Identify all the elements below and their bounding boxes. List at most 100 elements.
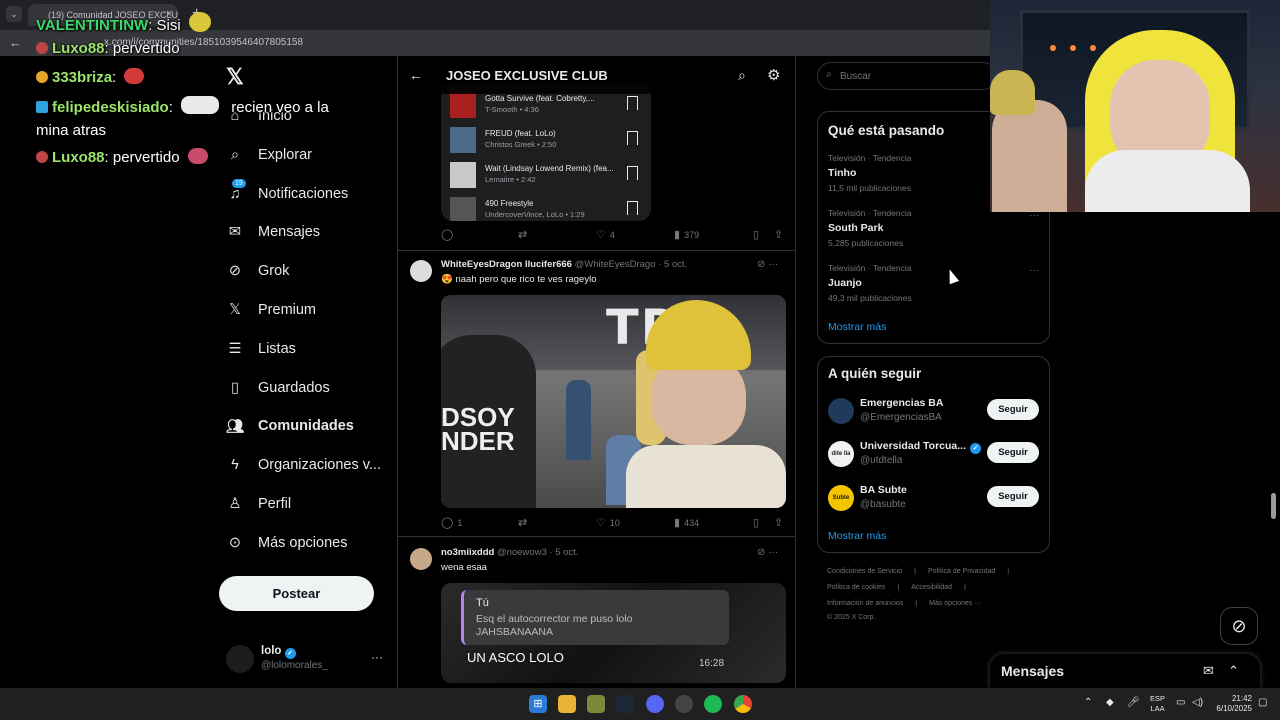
follow-name[interactable]: Universidad Torcua... ✓ [860, 440, 981, 454]
post-image[interactable]: TR DSOY NDER [441, 295, 786, 508]
search-icon[interactable]: ⌕ [738, 67, 746, 84]
sidebar-item-grok[interactable]: ⊘ Grok [226, 259, 290, 283]
show-more-link[interactable]: Mostrar más [828, 321, 886, 333]
back-arrow-icon[interactable]: ← [409, 67, 423, 83]
follow-name[interactable]: BA Subte [860, 484, 907, 496]
post-button[interactable]: Postear [219, 576, 374, 611]
retweet-button[interactable]: ⇄ [518, 516, 531, 529]
follow-name-text: Universidad Torcua... [860, 440, 966, 452]
trend-item[interactable]: Televisión · Tendencia Juanjo 49,3 mil pub… [828, 263, 1043, 311]
who-to-follow-card: A quién seguir Emergencias BA @Emergencia… [817, 356, 1050, 553]
post-author[interactable]: no3miixddd [441, 547, 494, 558]
views-button[interactable]: ▮ 434 [674, 516, 699, 529]
trend-item[interactable]: Televisión · Tendencia South Park 5.285 pu… [828, 208, 1043, 256]
bookmark-icon[interactable] [627, 131, 638, 145]
back-icon[interactable]: ← [9, 35, 22, 50]
bookmark-button[interactable]: ▯ [753, 228, 759, 241]
footer-link[interactable]: Política de cookies [827, 584, 885, 591]
bookmark-icon[interactable] [627, 166, 638, 180]
show-more-link[interactable]: Mostrar más [828, 530, 886, 542]
sidebar-item-mensajes[interactable]: ✉ Mensajes [226, 220, 320, 244]
grok-button[interactable]: ⊘ [1220, 607, 1258, 645]
chevron-up-icon[interactable]: ⌃ [1228, 663, 1239, 679]
avatar[interactable]: dite lla [828, 441, 854, 467]
avatar[interactable] [226, 645, 254, 673]
follow-suggestion[interactable]: Emergencias BA @EmergenciasBA Seguir [828, 395, 1041, 429]
follow-suggestion[interactable]: Subte BA Subte @basubte Seguir [828, 482, 1041, 516]
follow-handle: @utdtella [860, 455, 903, 466]
steam-icon[interactable] [616, 695, 634, 713]
post-image[interactable]: Tú Esq el autocorrector me puso lolo JAH… [441, 583, 786, 683]
gear-icon[interactable]: ⚙ [767, 66, 780, 84]
chevron-up-icon[interactable]: ⌃ [1084, 697, 1092, 708]
spotify-icon[interactable] [704, 695, 722, 713]
sidebar-item-listas[interactable]: ☰ Listas [226, 337, 296, 361]
grok-icon[interactable]: ⊘ ··· [757, 547, 778, 558]
footer-links: Política de cookies | Accesibilidad | [827, 584, 966, 591]
retweet-button[interactable]: ⇄ [518, 228, 531, 241]
new-message-icon[interactable]: ✉ [1203, 663, 1214, 679]
chrome-icon[interactable] [734, 695, 752, 713]
sidebar-item-m-s-opciones[interactable]: ⊙ Más opciones [226, 531, 348, 555]
sidebar-item-premium[interactable]: 𝕏 Premium [226, 298, 316, 322]
app-icon[interactable] [675, 695, 693, 713]
tab-search-button[interactable]: ⌄ [6, 6, 22, 22]
share-button[interactable]: ⇪ [774, 516, 783, 529]
follow-button[interactable]: Seguir [987, 486, 1039, 507]
reply-button[interactable]: ◯ 1 [441, 516, 462, 529]
post-author[interactable]: WhiteEyesDragon llucifer666 [441, 259, 572, 270]
app-icon[interactable] [587, 695, 605, 713]
volume-icon[interactable]: ◁) [1192, 697, 1203, 708]
decoration-light [1070, 45, 1076, 51]
follow-button[interactable]: Seguir [987, 399, 1039, 420]
avatar[interactable]: Subte [828, 485, 854, 511]
notification-icon[interactable]: ▢ [1258, 697, 1267, 708]
avatar[interactable] [828, 398, 854, 424]
scrollbar[interactable] [1271, 493, 1276, 519]
clock[interactable]: 21:42 6/10/2025 [1212, 694, 1252, 714]
network-icon[interactable]: ▭ [1176, 697, 1185, 708]
reply-button[interactable]: ◯ [441, 228, 457, 241]
footer-link[interactable]: Política de Privacidad [928, 568, 995, 575]
tray-app-icon[interactable]: ◆ [1106, 697, 1114, 708]
views-button[interactable]: ▮ 379 [674, 228, 699, 241]
sidebar-item-guardados[interactable]: ▯ Guardados [226, 376, 330, 400]
profile-name[interactable]: lolo ✓ [261, 645, 296, 659]
file-explorer-icon[interactable] [558, 695, 576, 713]
messages-dock[interactable]: Mensajes ✉ ⌃ [990, 654, 1260, 688]
follow-suggestion[interactable]: dite lla Universidad Torcua... ✓ @utdtella S… [828, 438, 1041, 472]
language-indicator[interactable]: ESP LAA [1150, 694, 1165, 714]
windows-start-icon[interactable]: ⊞ [529, 695, 547, 713]
follow-button[interactable]: Seguir [987, 442, 1039, 463]
footer-link[interactable]: Accesibilidad [911, 584, 952, 591]
sidebar-item-notificaciones[interactable]: ♫ 19 Notificaciones [226, 179, 348, 206]
post-handle[interactable]: @WhiteEyesDrago [575, 259, 656, 270]
track-item[interactable]: FREUD (feat. LoLo) Christos Greek • 2:50 [441, 121, 651, 157]
sidebar-item-organizaciones-v[interactable]: ϟ Organizaciones v... [226, 453, 381, 477]
sidebar-item-comunidades[interactable]: 👥︎ Comunidades [226, 414, 354, 438]
track-item[interactable]: Wait (Lindsay Lowend Remix) (fea... Lemai… [441, 156, 651, 192]
x-logo[interactable]: 𝕏 [226, 64, 244, 90]
follow-name[interactable]: Emergencias BA [860, 397, 943, 409]
bookmark-button[interactable]: ▯ [753, 516, 759, 529]
more-icon[interactable]: ··· [371, 650, 383, 664]
more-icon[interactable]: ··· [1029, 265, 1039, 276]
sidebar-item-explorar[interactable]: ⌕ Explorar [226, 143, 312, 167]
like-button[interactable]: ♡ 4 [596, 228, 615, 241]
share-button[interactable]: ⇪ [774, 228, 783, 241]
avatar[interactable] [410, 548, 432, 570]
footer-link[interactable]: Condiciones de Servicio [827, 568, 902, 575]
bookmark-icon[interactable] [627, 201, 638, 215]
search-input[interactable]: Buscar [817, 62, 997, 90]
bookmark-icon[interactable] [627, 96, 638, 110]
track-item[interactable]: 490 Freestyle UndercoverVince, LoLo • 1:2… [441, 191, 651, 221]
avatar[interactable] [410, 260, 432, 282]
footer-link[interactable]: Información de anuncios [827, 600, 903, 607]
microphone-icon[interactable]: 🎤︎ [1127, 697, 1140, 708]
post-handle[interactable]: @noewow3 [497, 547, 547, 558]
footer-link[interactable]: Más opciones ··· [929, 600, 981, 607]
like-button[interactable]: ♡ 10 [596, 516, 620, 529]
grok-icon[interactable]: ⊘ ··· [757, 259, 778, 270]
discord-icon[interactable] [646, 695, 664, 713]
sidebar-item-perfil[interactable]: ♙ Perfil [226, 492, 292, 516]
